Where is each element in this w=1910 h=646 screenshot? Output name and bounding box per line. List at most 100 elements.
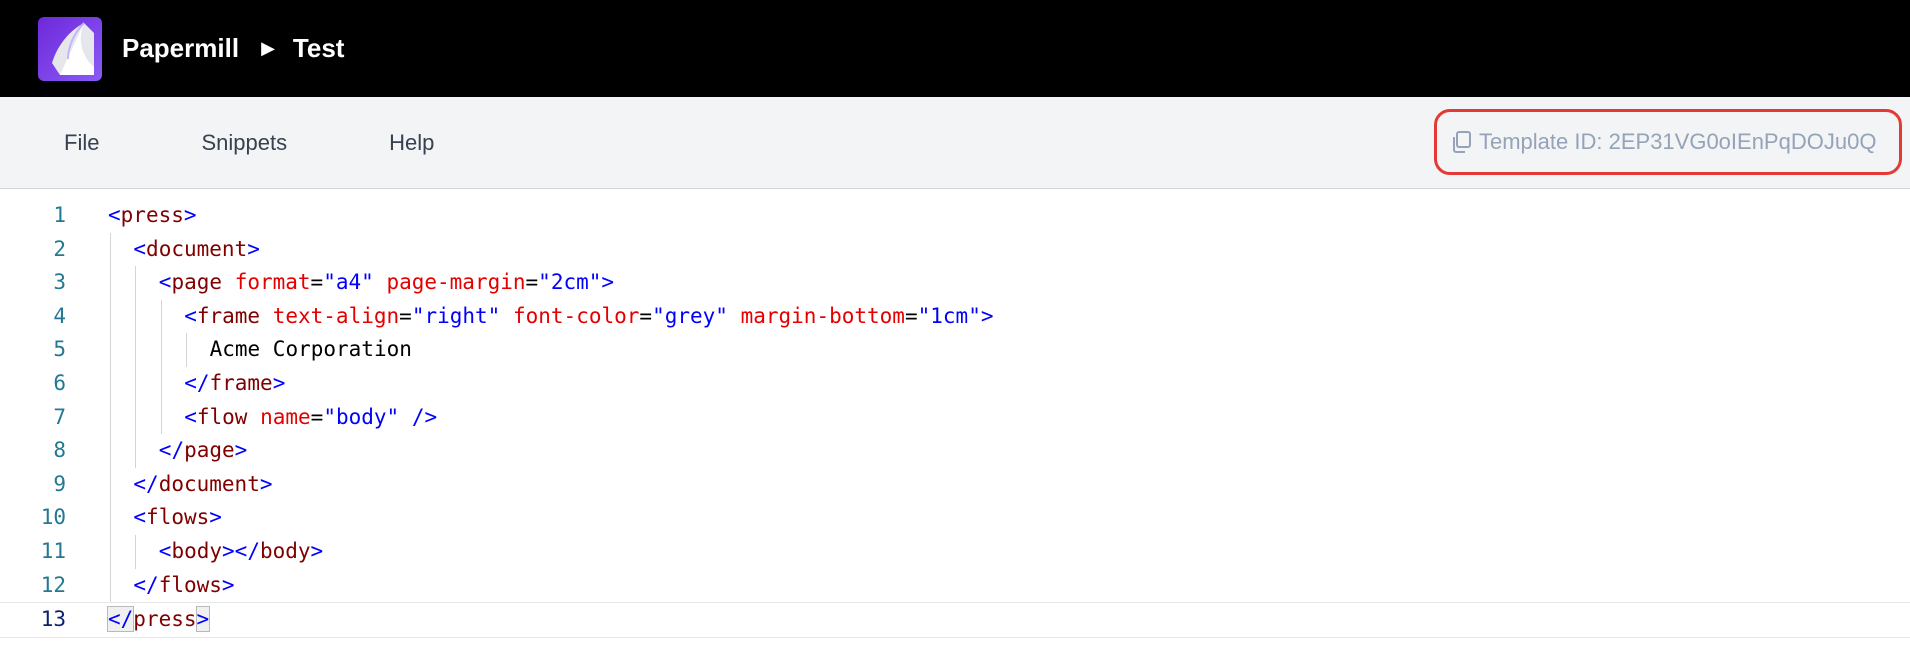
code-token: ></ — [222, 538, 260, 563]
code-text: </flows> — [133, 569, 234, 603]
indent-guide — [110, 534, 111, 569]
code-text: <frame text-align="right" font-color="gr… — [184, 300, 993, 334]
menu-file[interactable]: File — [64, 130, 99, 156]
code-editor[interactable]: 1 <press> 2 <document> 3 <page format="a4" pa… — [0, 189, 1910, 638]
code-line[interactable]: 12 </flows> — [0, 568, 1910, 603]
code-token: "right" — [411, 303, 501, 328]
code-token: < — [184, 404, 197, 429]
code-token: < — [108, 203, 121, 227]
menu-bar: File Snippets Help Template ID: 2EP31VG0… — [0, 97, 1910, 189]
code-token: < — [158, 270, 172, 295]
code-token: </ — [106, 606, 135, 633]
template-id-label: Template ID: 2EP31VG0oIEnPqDOJu0Q — [1479, 129, 1877, 154]
code-line[interactable]: 11 <body></body> — [0, 534, 1910, 569]
code-token: name — [260, 404, 311, 429]
breadcrumb-current: Test — [292, 33, 345, 63]
code-token: frame — [209, 370, 273, 395]
line-number: 3 — [53, 270, 66, 295]
template-id-button[interactable]: Template ID: 2EP31VG0oIEnPqDOJu0Q — [1434, 109, 1902, 175]
code-token: > — [195, 606, 211, 633]
indent-guide — [135, 299, 137, 334]
indent-guide — [135, 400, 137, 435]
code-line[interactable]: 9 </document> — [0, 467, 1910, 502]
code-text: <flows> — [133, 501, 222, 535]
code-line[interactable]: 4 <frame text-align="right" font-color="g… — [0, 299, 1910, 334]
code-token: flows — [158, 572, 222, 597]
code-token: "1cm" — [917, 303, 981, 328]
code-text: <body></body> — [159, 535, 323, 569]
indent-guide — [135, 333, 137, 367]
code-token: "body" — [323, 404, 400, 429]
indent-guide — [110, 400, 111, 435]
code-token: font-color — [512, 303, 640, 328]
code-line[interactable]: 5 Acme Corporation — [0, 333, 1910, 367]
code-token: > — [980, 303, 994, 328]
code-line[interactable]: 13 </press> — [0, 602, 1910, 638]
code-token: < — [158, 538, 172, 563]
code-line[interactable]: 2 <document> — [0, 232, 1910, 267]
code-token: flows — [146, 505, 210, 530]
line-number: 9 — [53, 471, 66, 496]
code-line[interactable]: 1 <press> — [0, 199, 1910, 233]
code-token: text-align — [272, 303, 400, 328]
code-token: > — [259, 471, 273, 496]
menu-snippets[interactable]: Snippets — [201, 130, 287, 156]
code-line[interactable]: 3 <page format="a4" page-margin="2cm"> — [0, 266, 1910, 300]
code-token: = — [904, 303, 918, 328]
code-token: < — [184, 303, 197, 328]
indent-guide — [160, 333, 162, 367]
code-token: </ — [158, 438, 185, 463]
code-token: document — [158, 471, 260, 496]
indent-guide — [110, 299, 111, 334]
line-number: 8 — [53, 438, 66, 463]
line-number: 10 — [40, 505, 66, 530]
indent-guide — [186, 333, 188, 367]
code-token: Acme Corporation — [209, 337, 412, 362]
code-token: "grey" — [652, 303, 728, 328]
indent-guide — [160, 299, 162, 334]
code-token: frame — [196, 303, 261, 328]
code-token: < — [133, 505, 147, 530]
code-token: page — [184, 438, 235, 463]
indent-guide — [135, 434, 137, 468]
line-number: 1 — [53, 203, 66, 227]
code-token: </ — [133, 572, 159, 597]
indent-guide — [160, 400, 162, 435]
code-token: > — [601, 270, 615, 295]
app-name[interactable]: Papermill — [122, 33, 239, 64]
code-token: body — [259, 538, 311, 563]
code-token: page-margin — [386, 270, 526, 295]
indent-guide — [135, 266, 137, 300]
code-token: > — [209, 505, 222, 530]
code-line[interactable]: 8 </page> — [0, 434, 1910, 468]
code-line[interactable]: 7 <flow name="body" /> — [0, 400, 1910, 435]
code-token: /> — [411, 404, 438, 429]
code-token: = — [310, 404, 324, 429]
code-text: <page format="a4" page-margin="2cm"> — [159, 266, 614, 300]
code-token: body — [171, 538, 223, 563]
code-line[interactable]: 10 <flows> — [0, 501, 1910, 535]
code-token: > — [221, 572, 235, 597]
indent-guide — [110, 232, 111, 267]
code-text: </press> — [106, 603, 211, 637]
indent-guide — [110, 333, 111, 367]
code-token: margin-bottom — [740, 303, 905, 328]
papermill-logo-icon[interactable] — [38, 16, 102, 81]
code-token: </ — [184, 370, 210, 395]
code-text: <document> — [133, 233, 259, 267]
code-token: document — [146, 236, 248, 261]
indent-guide — [110, 434, 111, 468]
code-token: < — [133, 236, 147, 261]
code-text: </frame> — [184, 367, 285, 401]
code-text: <flow name="body" /> — [184, 401, 437, 435]
menu-help[interactable]: Help — [389, 130, 434, 156]
code-line[interactable]: 6 </frame> — [0, 366, 1910, 401]
code-token: > — [310, 538, 324, 563]
indent-guide — [110, 366, 111, 401]
